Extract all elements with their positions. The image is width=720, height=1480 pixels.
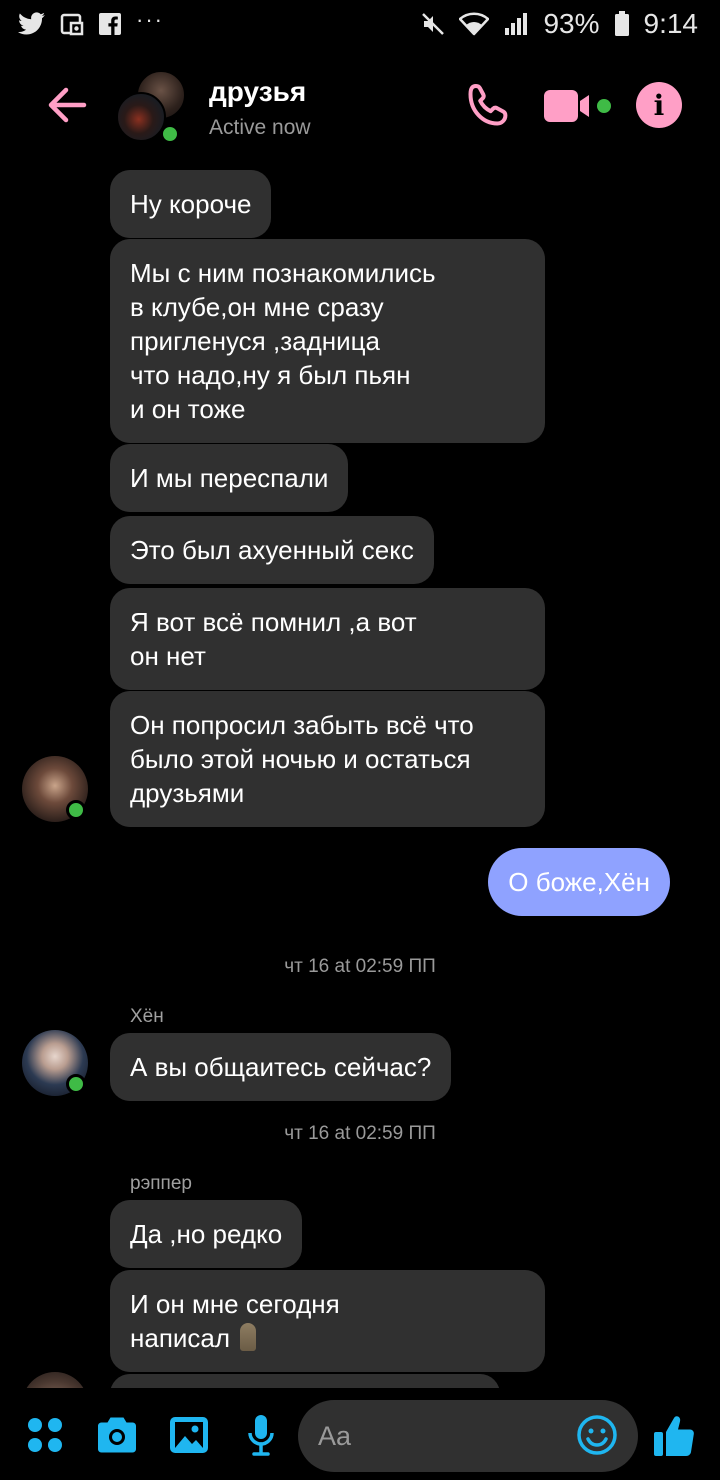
- moai-emoji-icon: [240, 1323, 257, 1351]
- message-bubble: Это был ахуенный секс: [110, 516, 434, 584]
- info-icon[interactable]: i: [636, 82, 682, 128]
- microphone-icon[interactable]: [238, 1412, 284, 1458]
- sender-avatar[interactable]: [22, 756, 88, 822]
- video-camera-icon: [544, 90, 611, 122]
- message-text: И он мне сегодня написал: [130, 1289, 340, 1353]
- timestamp: чт 16 at 02:59 ПП: [284, 1123, 436, 1144]
- battery-icon: [614, 11, 630, 37]
- online-indicator: [160, 124, 180, 144]
- sender-name: рэппер: [130, 1173, 192, 1194]
- message-bubble: А вы общаитесь сейчас?: [110, 1033, 452, 1101]
- chat-header: друзья Active now i: [0, 60, 720, 156]
- chat-title[interactable]: друзья: [209, 76, 306, 108]
- outgoing-message-bubble: О боже,Хён: [488, 848, 670, 916]
- battery-percent: 93%: [543, 8, 600, 39]
- facebook-icon: [98, 12, 122, 36]
- back-button[interactable]: [44, 82, 90, 128]
- online-indicator: [66, 800, 86, 820]
- message-input[interactable]: Aa: [298, 1400, 638, 1472]
- message-bubble: [110, 1374, 500, 1388]
- emoji-icon[interactable]: [576, 1414, 618, 1456]
- message-bubble: Я вот всё помнил ,а вот он нет: [110, 588, 545, 690]
- message-bubble: И он мне сегодня написал: [110, 1270, 545, 1372]
- message-bubble: Мы с ним познакомились в клубе,он мне ср…: [110, 239, 545, 443]
- status-bar: ··· 93% 9:14: [0, 0, 720, 48]
- twitter-icon: [18, 12, 46, 36]
- sender-avatar[interactable]: [22, 1372, 88, 1388]
- video-call-button[interactable]: [542, 86, 614, 126]
- audio-call-button[interactable]: [466, 82, 512, 128]
- timestamp: чт 16 at 02:59 ПП: [284, 956, 436, 977]
- signal-icon: [503, 12, 529, 36]
- active-status: Active now: [209, 116, 311, 139]
- apps-icon[interactable]: [22, 1412, 68, 1458]
- composer-bar: Aa: [0, 1388, 720, 1480]
- mute-icon: [421, 12, 445, 36]
- message-bubble: Ну короче: [110, 170, 272, 238]
- group-avatar[interactable]: [116, 70, 188, 144]
- thumbs-up-icon[interactable]: [652, 1412, 698, 1458]
- wifi-icon: [459, 12, 490, 36]
- sender-avatar[interactable]: [22, 1030, 88, 1096]
- screenshot-icon: [60, 12, 84, 36]
- message-input-placeholder: Aa: [318, 1421, 352, 1451]
- online-indicator: [66, 1074, 86, 1094]
- message-bubble: И мы переспали: [110, 444, 349, 512]
- clock: 9:14: [643, 8, 699, 39]
- message-bubble: Он попросил забыть всё что было этой ноч…: [110, 691, 545, 827]
- message-bubble: Да ,но редко: [110, 1200, 303, 1268]
- member-avatar: [116, 92, 166, 142]
- sender-name: Хён: [130, 1006, 164, 1027]
- more-icon: ···: [136, 7, 164, 32]
- message-thread: Ну короче Мы с ним познакомились в клубе…: [0, 156, 720, 1388]
- gallery-icon[interactable]: [166, 1412, 212, 1458]
- phone-icon: [468, 84, 508, 126]
- camera-icon[interactable]: [94, 1412, 140, 1458]
